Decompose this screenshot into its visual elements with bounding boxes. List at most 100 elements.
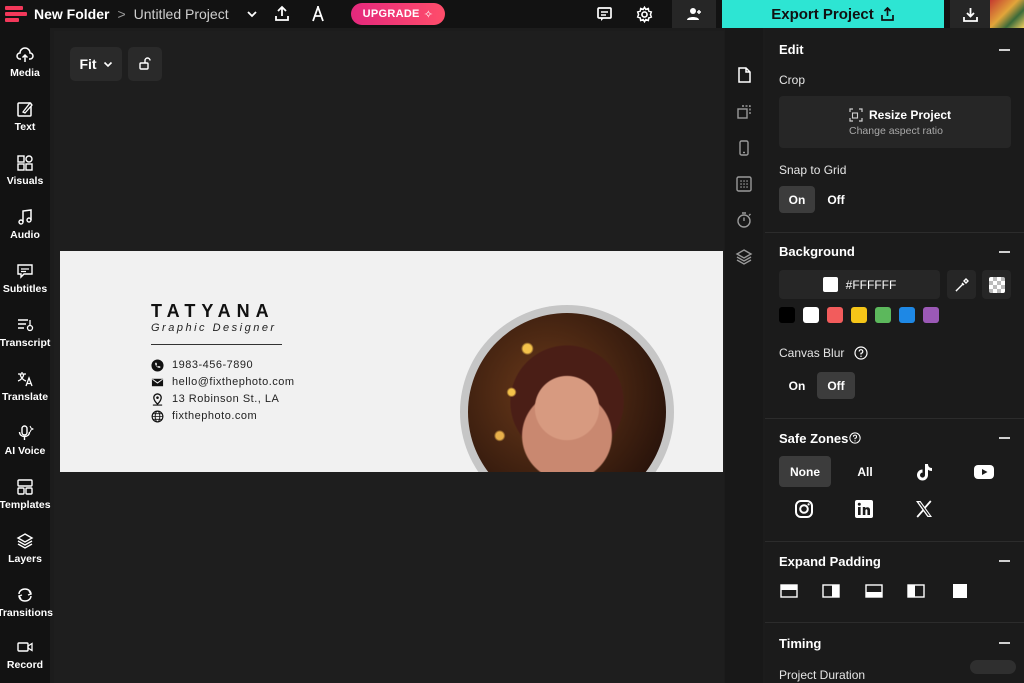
instagram-icon[interactable] <box>792 497 816 521</box>
padding-top-icon[interactable] <box>780 584 798 598</box>
zoom-fit-dropdown[interactable]: Fit <box>70 47 122 81</box>
help-circle-icon[interactable] <box>849 432 861 444</box>
resize-icon <box>849 108 863 122</box>
resize-subtitle: Change aspect ratio <box>849 125 943 137</box>
blur-off-toggle[interactable]: Off <box>817 372 855 399</box>
ai-voice-icon <box>18 424 34 440</box>
location-pin-icon <box>152 392 163 406</box>
padding-bottom-icon[interactable] <box>865 584 883 598</box>
sidebar-label: Visuals <box>6 174 44 187</box>
add-user-icon[interactable] <box>672 0 716 28</box>
sidebar-item-media[interactable]: Media <box>0 36 50 88</box>
color-swatch[interactable] <box>779 307 795 323</box>
sidebar-item-translate[interactable]: Translate <box>0 360 50 412</box>
sidebar-item-text[interactable]: Text <box>0 90 50 142</box>
safe-zone-none[interactable]: None <box>779 456 831 487</box>
canvas-area[interactable]: Fit TATYANA Graphic Designer 1983-456-78… <box>54 31 724 683</box>
collapse-safe-zones-icon[interactable] <box>999 437 1010 439</box>
card-phone-row[interactable]: 1983-456-7890 <box>151 357 253 373</box>
sidebar-item-templates[interactable]: Templates <box>0 468 51 520</box>
card-address-row[interactable]: 13 Robinson St., LA <box>151 391 279 407</box>
x-twitter-icon[interactable] <box>912 497 936 521</box>
tab-grid[interactable] <box>725 169 763 199</box>
tab-page-settings[interactable] <box>725 60 763 90</box>
collapse-timing-icon[interactable] <box>999 642 1010 644</box>
color-swatch[interactable] <box>899 307 915 323</box>
card-email-row[interactable]: hello@fixthephoto.com <box>151 374 295 390</box>
download-icon[interactable] <box>950 0 990 28</box>
resize-title: Resize Project <box>869 108 952 122</box>
collapse-edit-icon[interactable] <box>999 49 1010 51</box>
transparent-background-button[interactable] <box>982 270 1011 299</box>
business-card-design[interactable]: TATYANA Graphic Designer 1983-456-7890 h… <box>60 251 723 472</box>
left-sidebar: Media Text Visuals Audio Subtitles Trans… <box>0 28 53 683</box>
sidebar-item-transcript[interactable]: Transcript <box>0 306 50 358</box>
tab-resize[interactable] <box>725 97 763 127</box>
color-swatch[interactable] <box>827 307 843 323</box>
layers-icon <box>16 532 34 549</box>
tab-timer[interactable] <box>725 205 763 235</box>
comment-icon[interactable] <box>584 0 624 28</box>
linkedin-icon[interactable] <box>852 497 876 521</box>
chevron-down-icon[interactable] <box>237 0 267 28</box>
background-section-title: Background <box>779 244 855 259</box>
canvas-blur-label: Canvas Blur <box>779 346 845 360</box>
color-swatch[interactable] <box>851 307 867 323</box>
card-name[interactable]: TATYANA <box>151 301 275 322</box>
color-swatch[interactable] <box>803 307 819 323</box>
sidebar-item-record[interactable]: Record <box>0 628 50 680</box>
eyedropper-icon <box>954 277 969 292</box>
sparkle-icon: ✧ <box>423 8 434 21</box>
resize-project-button[interactable]: Resize Project Change aspect ratio <box>779 96 1011 148</box>
background-hex-value: #FFFFFF <box>845 277 897 292</box>
sidebar-label: AI Voice <box>4 444 46 457</box>
sidebar-item-audio[interactable]: Audio <box>0 198 50 250</box>
help-circle-icon[interactable] <box>854 346 868 360</box>
padding-left-icon[interactable] <box>907 584 925 598</box>
share-upload-icon[interactable] <box>267 0 297 28</box>
tiktok-icon[interactable] <box>912 460 936 484</box>
background-color-input[interactable]: #FFFFFF <box>779 270 940 299</box>
compass-icon[interactable] <box>303 0 333 28</box>
sidebar-label: Templates <box>0 498 51 511</box>
translate-icon <box>17 371 33 386</box>
globe-icon <box>151 410 164 422</box>
sidebar-item-transitions[interactable]: Transitions <box>0 576 53 628</box>
sidebar-item-subtitles[interactable]: Subtitles <box>0 252 50 304</box>
templates-icon <box>17 478 33 495</box>
card-role[interactable]: Graphic Designer <box>151 322 277 334</box>
youtube-icon[interactable] <box>972 460 996 484</box>
card-address: 13 Robinson St., LA <box>172 393 280 405</box>
sidebar-item-layers[interactable]: Layers <box>0 522 50 574</box>
padding-all-icon[interactable] <box>951 584 969 598</box>
unlock-button[interactable] <box>128 47 162 81</box>
blur-on-toggle[interactable]: On <box>779 372 815 399</box>
breadcrumb-folder[interactable]: New Folder <box>34 6 109 22</box>
project-title[interactable]: Untitled Project <box>134 6 229 22</box>
color-swatch[interactable] <box>875 307 891 323</box>
snap-on-toggle[interactable]: On <box>779 186 815 213</box>
panel-scroll-handle[interactable] <box>970 660 1016 674</box>
tab-layers[interactable] <box>725 242 763 272</box>
tab-mobile-preview[interactable] <box>725 133 763 163</box>
eyedropper-button[interactable] <box>947 270 976 299</box>
layers-icon <box>735 249 753 265</box>
color-swatch[interactable] <box>923 307 939 323</box>
app-root: New Folder > Untitled Project UPGRADE ✧ <box>0 0 1024 683</box>
app-logo[interactable] <box>0 0 30 28</box>
card-website-row[interactable]: fixthephoto.com <box>151 408 257 424</box>
user-avatar[interactable] <box>990 0 1024 28</box>
safe-zone-all[interactable]: All <box>845 456 885 487</box>
top-bar: New Folder > Untitled Project UPGRADE ✧ <box>0 0 1024 28</box>
snap-grid-label: Snap to Grid <box>779 163 847 177</box>
gear-icon[interactable] <box>624 0 664 28</box>
snap-off-toggle[interactable]: Off <box>819 186 853 213</box>
sidebar-item-ai-voice[interactable]: AI Voice <box>0 414 50 466</box>
collapse-background-icon[interactable] <box>999 251 1010 253</box>
sidebar-item-visuals[interactable]: Visuals <box>0 144 50 196</box>
padding-right-icon[interactable] <box>822 584 840 598</box>
export-project-button[interactable]: Export Project <box>722 0 944 28</box>
upgrade-button[interactable]: UPGRADE ✧ <box>350 3 446 25</box>
collapse-padding-icon[interactable] <box>999 560 1010 562</box>
section-divider <box>765 418 1024 419</box>
